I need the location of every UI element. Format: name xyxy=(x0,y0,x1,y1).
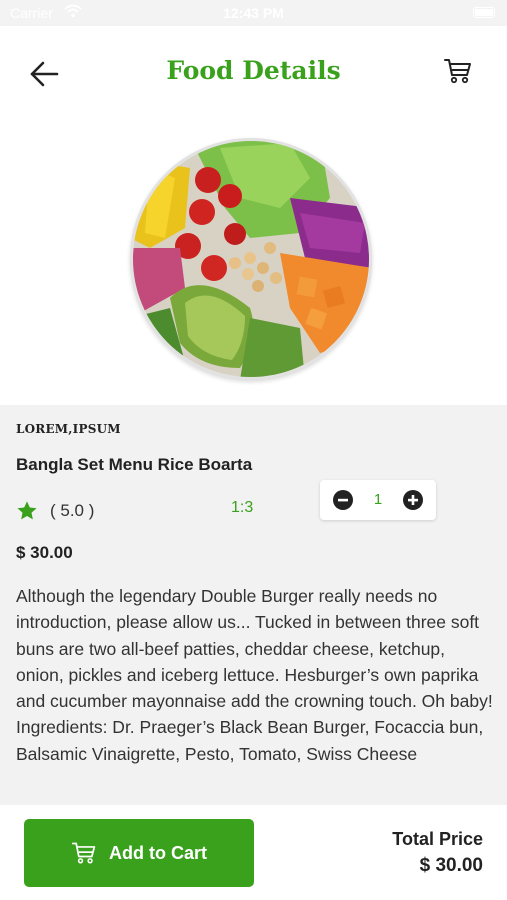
food-image-area xyxy=(0,118,507,405)
add-to-cart-label: Add to Cart xyxy=(109,842,207,863)
page-title: Food Details xyxy=(166,56,341,85)
rating: ( 5.0 ) xyxy=(16,499,94,523)
quantity-value: 1 xyxy=(373,491,383,508)
food-image xyxy=(130,138,372,380)
header: Food Details xyxy=(0,26,507,118)
food-description: Although the legendary Double Burger rea… xyxy=(16,586,493,764)
star-icon xyxy=(17,501,37,520)
quantity-stepper: 1 xyxy=(320,480,436,520)
minus-icon[interactable] xyxy=(333,490,353,510)
food-category: LOREM,IPSUM xyxy=(16,422,121,436)
cart-icon xyxy=(444,59,471,84)
plus-icon[interactable] xyxy=(403,490,423,510)
food-price: $ 30.00 xyxy=(16,543,73,562)
rating-value: ( 5.0 ) xyxy=(50,501,95,520)
details-section: LOREM,IPSUM Bangla Set Menu Rice Boarta … xyxy=(0,405,507,805)
total-price-label: Total Price xyxy=(392,829,483,849)
status-bar: Carrier 12:43 PM xyxy=(0,0,507,26)
cart-icon xyxy=(71,842,96,864)
food-name: Bangla Set Menu Rice Boarta xyxy=(16,455,253,474)
status-time: 12:43 PM xyxy=(223,5,284,21)
footer: Add to Cart Total Price $ 30.00 xyxy=(0,805,507,900)
add-to-cart-button[interactable]: Add to Cart xyxy=(24,819,254,887)
battery-icon xyxy=(473,7,495,18)
cart-button[interactable] xyxy=(443,56,473,86)
total-price-value: $ 30.00 xyxy=(419,855,483,876)
serving-ratio: 1:3 xyxy=(231,499,254,516)
back-button[interactable] xyxy=(26,56,62,92)
arrow-left-icon xyxy=(30,61,59,87)
